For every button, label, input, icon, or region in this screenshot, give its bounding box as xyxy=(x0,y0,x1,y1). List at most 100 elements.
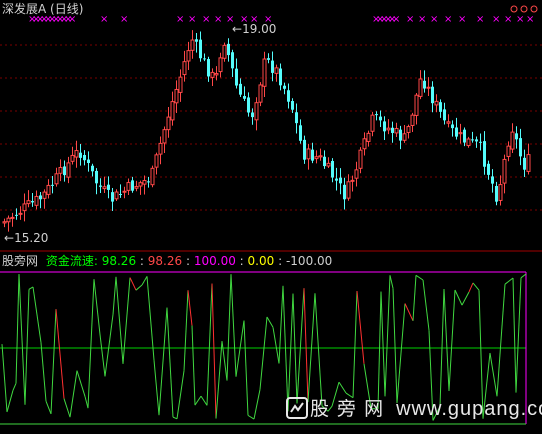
marker-icon: × xyxy=(100,14,108,25)
candle-body xyxy=(403,134,406,141)
watermark: 股 旁 网www.gupang.com xyxy=(286,394,542,421)
status-dot-icon xyxy=(511,6,517,12)
candle-body xyxy=(307,149,310,159)
candle-body xyxy=(243,96,246,99)
candle-body xyxy=(179,77,182,92)
indicator-value-5: -100.00 xyxy=(286,254,332,268)
marker-icon: × xyxy=(176,14,184,25)
candle-body xyxy=(407,127,410,133)
candle-body xyxy=(311,150,314,161)
candle-body xyxy=(327,163,330,166)
indicator-flow-segment xyxy=(167,308,173,418)
candle-body xyxy=(103,187,106,189)
indicator-legend: 股旁网 资金流速: 98.26 : 98.26 : 100.00 : 0.00 … xyxy=(2,254,332,268)
candle-body xyxy=(419,79,422,96)
indicator-flow-segment xyxy=(154,360,159,415)
candle-body xyxy=(67,163,70,177)
candle-body xyxy=(459,133,462,134)
candle-body xyxy=(375,114,378,115)
candle-body xyxy=(207,59,210,76)
chart-window[interactable]: ××××××××××××××××××××××××××××××××××××× xyxy=(0,0,542,430)
indicator-flow-segment xyxy=(385,275,390,396)
indicator-flow-segment xyxy=(513,278,516,393)
candle-body xyxy=(15,215,18,216)
candle-body xyxy=(335,179,338,181)
indicator-flow-segment xyxy=(41,343,46,402)
candle-body xyxy=(439,102,442,112)
indicator-flow-segment xyxy=(405,304,413,321)
indicator-flow-segment xyxy=(94,279,100,334)
arrow-left-icon: ← xyxy=(232,22,242,36)
high-price-label: ←19.00 xyxy=(232,22,276,36)
candle-body xyxy=(87,160,90,163)
indicator-flow-segment xyxy=(64,399,70,418)
indicator-flow-segment xyxy=(192,326,195,406)
indicator-flow-segment xyxy=(222,341,227,380)
status-dot-icon xyxy=(521,6,527,12)
candle-body xyxy=(287,90,290,101)
candle-body xyxy=(467,139,470,146)
indicator-flow-segment xyxy=(16,274,19,383)
candle-body xyxy=(231,52,234,68)
indicator-flow-segment xyxy=(113,277,116,315)
candle-body xyxy=(319,156,322,157)
candle-body xyxy=(471,139,474,140)
arrow-left-icon: ← xyxy=(4,231,14,245)
marker-icon: × xyxy=(418,14,426,25)
candle-body xyxy=(367,133,370,141)
marker-icon: × xyxy=(120,14,128,25)
candle-body xyxy=(359,150,362,168)
candle-body xyxy=(95,171,98,183)
candle-body xyxy=(515,133,518,139)
indicator-flow-segment xyxy=(13,383,16,390)
indicator-flow-segment xyxy=(123,278,130,364)
candle-body xyxy=(495,186,498,202)
candle-body xyxy=(111,192,114,201)
indicator-flow-segment xyxy=(260,317,267,390)
candle-body xyxy=(131,180,134,190)
indicator-flow-segment xyxy=(423,280,429,330)
candle-body xyxy=(331,161,334,178)
candle-body xyxy=(387,128,390,130)
candle-body xyxy=(399,130,402,141)
candle-body xyxy=(351,180,354,181)
candle-body xyxy=(383,121,386,131)
candle-body xyxy=(519,138,522,156)
candle-body xyxy=(199,40,202,59)
indicator-flow-segment xyxy=(29,287,33,289)
indicator-flow-segment xyxy=(212,284,216,419)
indicator-value-1: 98.26 xyxy=(102,254,136,268)
indicator-flow-segment xyxy=(378,292,381,409)
chart-canvas[interactable]: ××××××××××××××××××××××××××××××××××××× xyxy=(0,0,542,430)
candle-body xyxy=(135,187,138,189)
indicator-flow-segment xyxy=(444,289,449,391)
candle-body xyxy=(71,155,74,161)
candle-body xyxy=(279,69,282,86)
indicator-flow-segment xyxy=(521,274,526,278)
status-dot-icon xyxy=(531,6,537,12)
indicator-flow-segment xyxy=(236,321,244,377)
candle-body xyxy=(27,201,30,204)
indicator-flow-segment xyxy=(497,284,505,396)
candle-body xyxy=(251,112,254,117)
indicator-flow-segment xyxy=(397,304,405,404)
candle-body xyxy=(55,174,58,184)
candle-body xyxy=(123,191,126,192)
candle-body xyxy=(511,132,514,149)
candle-body xyxy=(63,166,66,175)
indicator-flow-segment xyxy=(142,276,147,285)
candle-body xyxy=(491,176,494,183)
indicator-flow-segment xyxy=(70,371,77,418)
candle-body xyxy=(431,87,434,103)
marker-icon: × xyxy=(214,14,222,25)
candle-body xyxy=(75,151,78,158)
candle-body xyxy=(219,58,222,72)
candle-body xyxy=(43,192,46,198)
indicator-flow-segment xyxy=(231,274,236,376)
indicator-flow-segment xyxy=(505,278,513,284)
candle-body xyxy=(91,166,94,172)
candle-body xyxy=(363,139,366,149)
candle-body xyxy=(259,85,262,102)
candle-body xyxy=(171,102,174,120)
indicator-flow-segment xyxy=(254,389,260,419)
